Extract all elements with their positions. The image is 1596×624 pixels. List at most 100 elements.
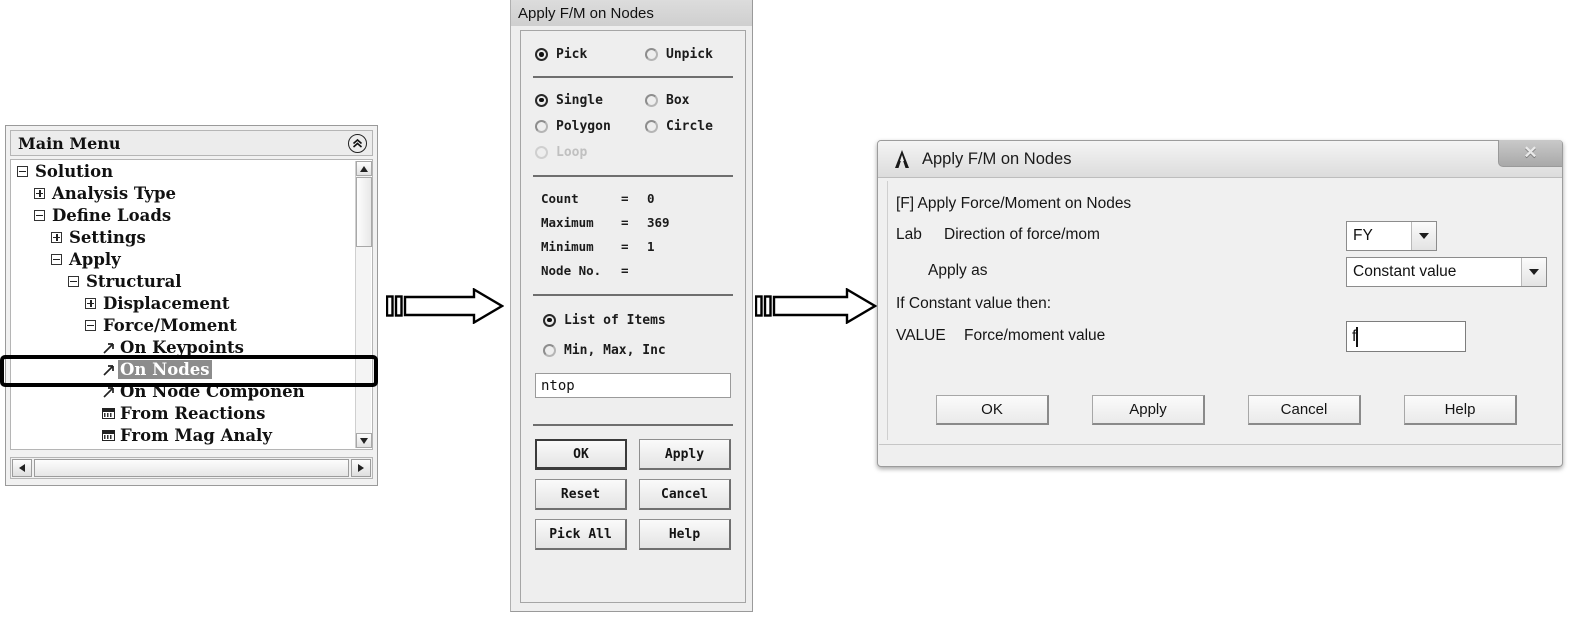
stat-count-value: 0	[647, 190, 655, 206]
pick-arrow-icon	[102, 340, 116, 354]
page-title: Main Menu	[18, 133, 121, 153]
main-menu-panel: Main Menu Solution Analysis Type Define Lo…	[5, 125, 378, 486]
radio-list-of-items[interactable]: List of Items	[543, 305, 731, 335]
radio-circle[interactable]: Circle	[645, 119, 713, 134]
radio-single[interactable]: Single	[535, 93, 645, 108]
radio-loop-indicator	[535, 145, 548, 159]
tree-item-solution[interactable]: Solution	[11, 160, 372, 182]
radio-list-of-items-label: List of Items	[564, 312, 666, 328]
pick-shape-row-1: Single Box	[535, 87, 731, 113]
pick-reset-button[interactable]: Reset	[535, 479, 627, 510]
radio-polygon-indicator[interactable]	[535, 119, 548, 133]
tree-item-structural[interactable]: Structural	[11, 270, 372, 292]
tree-horizontal-scrollbar[interactable]	[10, 457, 373, 479]
main-menu-titlebar: Main Menu	[10, 130, 373, 156]
tree-item-define-loads[interactable]: Define Loads	[11, 204, 372, 226]
fm-apply-button[interactable]: Apply	[1092, 395, 1205, 425]
tree-item-label: Analysis Type	[52, 183, 177, 203]
radio-min-max-inc-indicator[interactable]	[543, 343, 556, 357]
stat-minimum-value: 1	[647, 238, 655, 254]
tree-item-on-keypoints[interactable]: On Keypoints	[11, 336, 372, 358]
tree-item-from-mag-analy[interactable]: From Mag Analy	[11, 424, 372, 446]
fm-dialog-title: Apply F/M on Nodes	[922, 149, 1072, 168]
radio-min-max-inc-label: Min, Max, Inc	[564, 342, 666, 358]
tree-item-label: From Mag Analy	[120, 425, 272, 445]
radio-pick-indicator[interactable]	[535, 48, 548, 61]
tree-item-analysis-type[interactable]: Analysis Type	[11, 182, 372, 204]
pick-ok-button[interactable]: OK	[535, 439, 627, 470]
chevron-double-up-icon[interactable]	[348, 134, 367, 153]
fm-ok-button[interactable]: OK	[936, 395, 1049, 425]
tree-item-label: On Keypoints	[120, 337, 244, 357]
tree-item-label: Structural	[86, 271, 182, 291]
pick-stats-group: Count = 0 Maximum = 369 Minimum = 1 Node…	[521, 186, 745, 282]
radio-polygon[interactable]: Polygon	[535, 119, 645, 134]
chevron-down-icon-2[interactable]	[1521, 258, 1546, 286]
collapse-icon[interactable]	[85, 319, 96, 331]
pick-apply-button[interactable]: Apply	[639, 439, 731, 470]
pick-cancel-button[interactable]: Cancel	[639, 479, 731, 510]
collapse-icon[interactable]	[68, 275, 79, 287]
pick-items-input[interactable]: ntop	[535, 373, 731, 398]
scroll-down-icon[interactable]	[356, 433, 372, 448]
flow-arrow-1	[385, 287, 505, 329]
expand-icon[interactable]	[85, 297, 96, 309]
pick-dialog-body: Pick Unpick Single Box Polygon Circle Lo…	[520, 30, 746, 603]
pick-all-button[interactable]: Pick All	[535, 519, 627, 550]
stat-maximum-eq: =	[621, 214, 629, 230]
apply-as-select[interactable]: Constant value	[1346, 257, 1547, 287]
tree-item-label: Apply	[69, 249, 121, 269]
expand-icon[interactable]	[51, 231, 62, 243]
tree-item-label: On Node Componen	[120, 381, 305, 401]
tree-vertical-scrollbar[interactable]	[355, 161, 372, 448]
fm-help-button[interactable]: Help	[1404, 395, 1517, 425]
tree-item-on-node-componen[interactable]: On Node Componen	[11, 380, 372, 402]
radio-box[interactable]: Box	[645, 93, 689, 108]
tree-item-force-moment[interactable]: Force/Moment	[11, 314, 372, 336]
menu-tree[interactable]: Solution Analysis Type Define Loads Setting…	[10, 159, 373, 450]
radio-unpick[interactable]: Unpick	[645, 47, 713, 62]
tree-item-from-reactions[interactable]: From Reactions	[11, 402, 372, 424]
table-icon	[102, 429, 115, 441]
scroll-up-icon[interactable]	[356, 161, 372, 176]
radio-list-of-items-indicator[interactable]	[543, 313, 556, 327]
tree-item-apply[interactable]: Apply	[11, 248, 372, 270]
radio-unpick-indicator[interactable]	[645, 48, 658, 61]
menu-tree-rows: Solution Analysis Type Define Loads Setting…	[11, 160, 372, 446]
chevron-down-icon[interactable]	[1411, 222, 1436, 250]
pick-nodes-dialog: Apply F/M on Nodes Pick Unpick Single Bo…	[510, 0, 753, 612]
tree-item-settings[interactable]: Settings	[11, 226, 372, 248]
apply-fm-on-nodes-dialog: Apply F/M on Nodes ✕ [F] Apply Force/Mom…	[877, 140, 1563, 467]
radio-box-indicator[interactable]	[645, 93, 658, 107]
expand-icon[interactable]	[34, 187, 45, 199]
scroll-right-icon[interactable]	[351, 459, 371, 477]
direction-of-force-select[interactable]: FY	[1346, 221, 1437, 251]
tree-vertical-scroll-thumb[interactable]	[356, 177, 372, 247]
collapse-icon[interactable]	[34, 209, 45, 221]
radio-single-indicator[interactable]	[535, 93, 548, 107]
stat-node-no-key: Node No.	[541, 262, 602, 278]
collapse-icon[interactable]	[17, 165, 28, 177]
radio-min-max-inc[interactable]: Min, Max, Inc	[543, 335, 731, 365]
fm-cancel-button[interactable]: Cancel	[1248, 395, 1361, 425]
radio-pick-label: Pick	[556, 47, 588, 62]
direction-of-force-value: FY	[1353, 227, 1373, 244]
collapse-icon[interactable]	[51, 253, 62, 265]
force-moment-value-input[interactable]: f	[1346, 321, 1466, 352]
pick-separator-1	[533, 76, 733, 78]
tree-item-displacement[interactable]: Displacement	[11, 292, 372, 314]
radio-circle-indicator[interactable]	[645, 119, 658, 133]
scroll-left-icon[interactable]	[12, 459, 32, 477]
fm-apply-as-label: Apply as	[928, 262, 988, 279]
close-icon[interactable]: ✕	[1498, 140, 1562, 167]
pick-shape-row-2: Polygon Circle	[535, 113, 731, 139]
fm-lab-label: Direction of force/mom	[944, 226, 1100, 243]
pick-dialog-title: Apply F/M on Nodes	[518, 4, 654, 22]
radio-box-label: Box	[666, 92, 690, 108]
ansys-a-logo-icon	[891, 148, 913, 170]
tree-horizontal-scroll-thumb[interactable]	[34, 459, 349, 477]
pick-help-button[interactable]: Help	[639, 519, 731, 550]
tree-item-on-nodes[interactable]: On Nodes	[11, 358, 372, 380]
stat-minimum-eq: =	[621, 238, 629, 254]
radio-pick[interactable]: Pick	[535, 47, 645, 62]
